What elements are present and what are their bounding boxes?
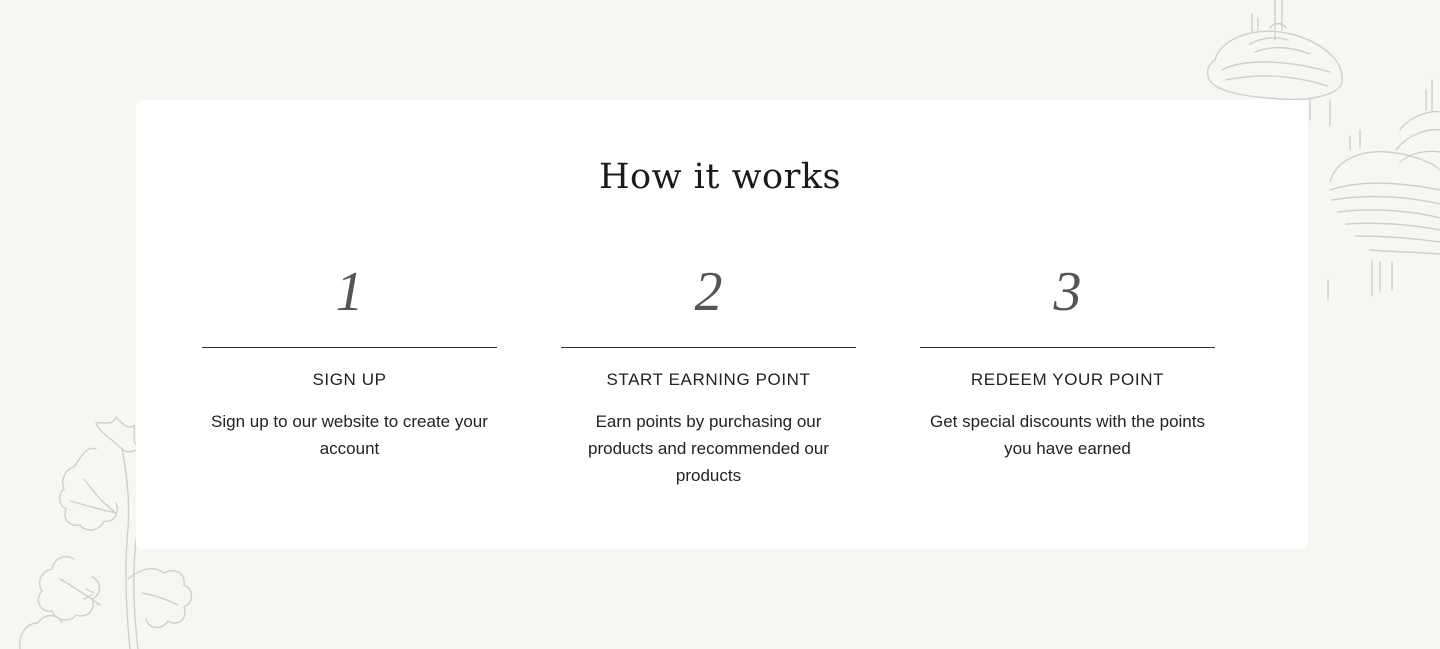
step-sign-up: 1 SIGN UP Sign up to our website to crea…	[202, 255, 497, 489]
step-number: 1	[335, 261, 364, 323]
section-title: How it works	[599, 157, 841, 197]
step-number: 2	[694, 261, 723, 323]
step-divider	[202, 347, 497, 348]
step-redeem-your-point: 3 REDEEM YOUR POINT Get special discount…	[920, 255, 1215, 489]
step-description: Earn points by purchasing our products a…	[588, 412, 829, 485]
step-divider	[561, 347, 856, 348]
step-description: Get special discounts with the points yo…	[930, 412, 1205, 458]
steps-list: 1 SIGN UP Sign up to our website to crea…	[202, 255, 1215, 489]
step-divider	[920, 347, 1215, 348]
step-title: REDEEM YOUR POINT	[970, 370, 1165, 389]
step-number: 3	[1053, 261, 1082, 323]
step-title: START EARNING POINT	[606, 370, 811, 389]
page: { "section": { "title": "How it works" }…	[0, 0, 1440, 649]
step-start-earning-point: 2 START EARNING POINT Earn points by pur…	[561, 255, 856, 489]
step-title: SIGN UP	[312, 370, 387, 389]
step-description: Sign up to our website to create your ac…	[211, 412, 488, 458]
